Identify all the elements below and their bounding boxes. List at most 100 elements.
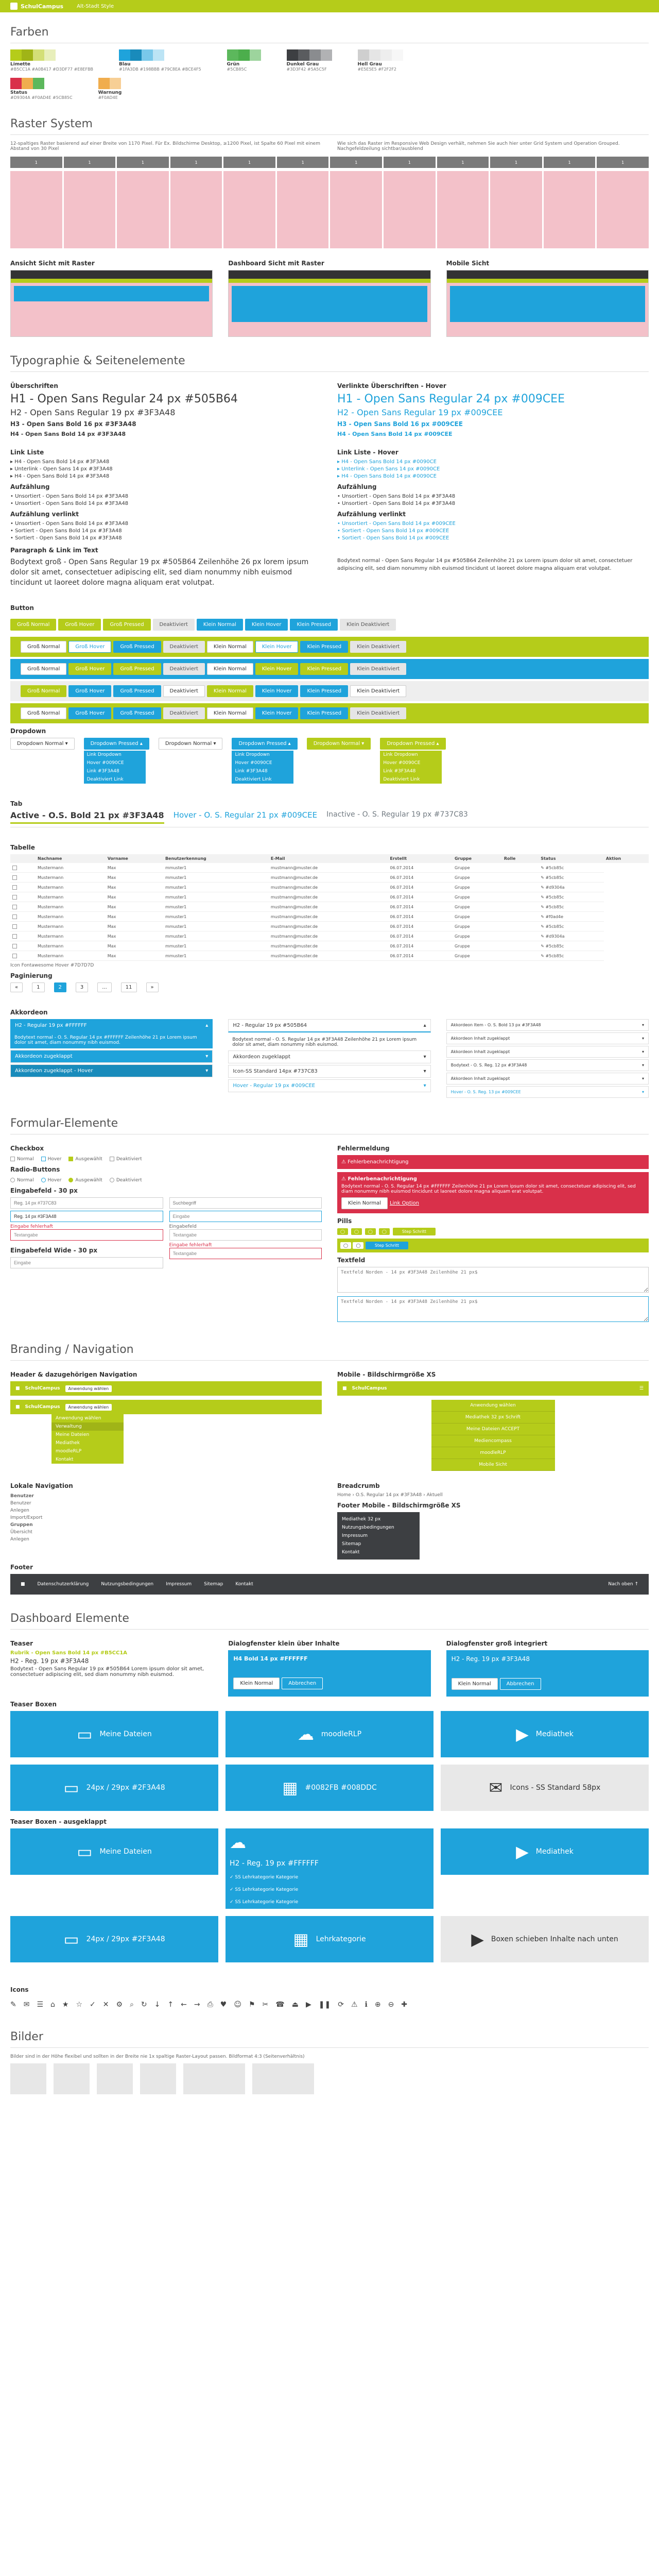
dashboard-tile[interactable]: ▶ Boxen schieben Inhalte nach unten: [441, 1916, 649, 1962]
glyph-icon[interactable]: ☎: [275, 2001, 284, 2009]
table-cell[interactable]: [10, 863, 36, 873]
dropdown-button[interactable]: Dropdown Normal ▾: [306, 738, 371, 750]
pill[interactable]: ◯: [365, 1228, 376, 1235]
footer-link[interactable]: Impressum: [166, 1582, 192, 1587]
list-item[interactable]: • Sortiert - Open Sans Bold 14 px #009CE…: [337, 535, 649, 541]
dropdown-item[interactable]: Link #3F3A48: [380, 767, 442, 775]
dropdown-button[interactable]: Dropdown Pressed ▴: [83, 738, 149, 750]
list-item[interactable]: • Sortiert - Open Sans Bold 14 px #3F3A4…: [10, 528, 322, 534]
button-small[interactable]: Klein Hover: [255, 663, 299, 675]
list-item[interactable]: • Unsortiert - Open Sans Bold 14 px #3F3…: [10, 494, 322, 499]
table-row[interactable]: Mustermann Max mmuster1 mustmann@muster.de 0…: [10, 931, 649, 941]
textarea[interactable]: [337, 1267, 649, 1293]
radio[interactable]: [10, 1177, 15, 1182]
dashboard-tile[interactable]: ▭ Meine Dateien: [10, 1828, 218, 1875]
table-row[interactable]: Mustermann Max mmuster1 mustmann@muster.de 0…: [10, 863, 649, 873]
table-cell[interactable]: [10, 882, 36, 892]
button-small[interactable]: Klein Hover: [255, 685, 299, 697]
footer-link[interactable]: Datenschutzerklärung: [38, 1582, 89, 1587]
button-large[interactable]: Groß Pressed: [103, 619, 151, 631]
table-cell[interactable]: [10, 872, 36, 883]
breadcrumb[interactable]: Home › O.S. Regular 14 px #3F3A48 › Aktu…: [337, 1493, 649, 1498]
menu-icon[interactable]: ☰: [639, 1386, 644, 1391]
footer-mobile-item[interactable]: Kontakt: [340, 1548, 417, 1556]
checkbox[interactable]: [12, 924, 17, 929]
h2-link[interactable]: H2 - Open Sans Regular 19 px #009CEE: [337, 408, 649, 417]
accordion-item[interactable]: Akkordeon Inhalt zugeklappt ▾: [446, 1046, 649, 1058]
checkbox[interactable]: [10, 1156, 15, 1161]
dashboard-tile[interactable]: ▶ Mediathek: [441, 1828, 649, 1875]
glyph-icon[interactable]: ☆: [76, 2001, 82, 2009]
radio-item[interactable]: Normal: [10, 1176, 34, 1183]
table-cell[interactable]: [10, 931, 36, 941]
footer-link[interactable]: Sitemap: [204, 1582, 223, 1587]
table-cell[interactable]: [10, 941, 36, 951]
pill[interactable]: ◯: [340, 1242, 351, 1249]
button-small[interactable]: Klein Deaktiviert: [340, 619, 396, 631]
select-input-error[interactable]: [169, 1248, 322, 1259]
h3-link[interactable]: H3 - Open Sans Bold 16 px #009CEE: [337, 420, 649, 428]
checkbox[interactable]: [12, 914, 17, 919]
checkbox[interactable]: [12, 934, 17, 939]
button-small[interactable]: Klein Pressed: [290, 619, 338, 631]
list-item[interactable]: • Unsortiert - Open Sans Bold 14 px #009…: [337, 521, 649, 527]
nav-menu-item[interactable]: Verwaltung: [51, 1422, 124, 1431]
glyph-icon[interactable]: ✉: [24, 2001, 30, 2009]
error-link[interactable]: Link Option: [390, 1200, 419, 1206]
radio-item[interactable]: Ausgewählt: [68, 1176, 102, 1183]
local-nav-item[interactable]: Anlegen: [10, 1507, 322, 1514]
button-small[interactable]: Klein Deaktiviert: [350, 663, 407, 675]
button-large[interactable]: Deaktiviert: [152, 619, 195, 631]
table-row[interactable]: Mustermann Max mmuster1 mustmann@muster.de 0…: [10, 902, 649, 912]
dropdown-item[interactable]: Link Dropdown: [84, 751, 146, 759]
accordion-closed[interactable]: Akkordeon zugeklappt ▾: [228, 1050, 431, 1063]
table-row[interactable]: Mustermann Max mmuster1 mustmann@muster.de 0…: [10, 951, 649, 961]
page-button[interactable]: «: [10, 982, 23, 992]
list-item[interactable]: ▸ H4 - Open Sans Bold 14 px #3F3A48: [10, 473, 322, 479]
checkbox-item[interactable]: Hover: [41, 1155, 61, 1162]
step-pill[interactable]: Step Schritt: [365, 1242, 408, 1249]
table-header[interactable]: Vorname: [105, 854, 163, 863]
tab-hover[interactable]: Hover - O. S. Regular 21 px #009CEE: [174, 810, 317, 824]
dialog-cancel-button[interactable]: Abbrechen: [499, 1678, 541, 1690]
table-header[interactable]: Status: [539, 854, 604, 863]
accordion-item[interactable]: Akkordeon Item - O. S. Bold 13 px #3F3A4…: [446, 1019, 649, 1031]
button-small[interactable]: Klein Normal: [196, 619, 243, 631]
footer-mobile-item[interactable]: Impressum: [340, 1532, 417, 1540]
button-small[interactable]: Klein Hover: [255, 641, 299, 653]
button-large[interactable]: Groß Hover: [58, 619, 101, 631]
glyph-icon[interactable]: ⚑: [249, 2001, 255, 2009]
nav-menu-item[interactable]: Meine Dateien: [51, 1431, 124, 1439]
nav-menu-item[interactable]: Mediathek: [51, 1439, 124, 1447]
list-item[interactable]: • Unsortiert - Open Sans Bold 14 px #3F3…: [10, 521, 322, 527]
dropdown-item[interactable]: Hover #0090CE: [84, 759, 146, 767]
glyph-icon[interactable]: ✚: [401, 2001, 407, 2009]
search-input-focus[interactable]: [169, 1211, 322, 1222]
button-large[interactable]: Groß Normal: [21, 663, 67, 675]
mobile-menu-item[interactable]: Mobile Sicht: [431, 1459, 555, 1471]
dashboard-tile[interactable]: ✉ Icons - SS Standard 58px: [441, 1765, 649, 1811]
button-small[interactable]: Klein Normal: [206, 685, 253, 697]
button-small[interactable]: Klein Pressed: [300, 641, 349, 653]
dropdown-item[interactable]: Deaktiviert Link: [84, 775, 146, 784]
table-header[interactable]: [10, 854, 36, 863]
expanded-item[interactable]: ✓ SS Lehrkategorie Kategorie: [230, 1900, 298, 1905]
page-button[interactable]: »: [146, 982, 159, 992]
accordion-open[interactable]: H2 - Regular 19 px #505B64 ▴: [228, 1019, 431, 1032]
nav-dropdown[interactable]: Anwendung wählen: [65, 1403, 112, 1411]
button-large[interactable]: Groß Hover: [68, 685, 112, 697]
list-item[interactable]: ▸ H4 - Open Sans Bold 14 px #0090CE: [337, 459, 649, 465]
checkbox[interactable]: [12, 875, 17, 880]
expanded-item[interactable]: ✓ SS Lehrkategorie Kategorie: [230, 1875, 298, 1880]
glyph-icon[interactable]: ⌕: [130, 2001, 134, 2009]
table-header[interactable]: Nachname: [36, 854, 106, 863]
button-large[interactable]: Groß Normal: [21, 685, 67, 697]
select-input[interactable]: [169, 1229, 322, 1241]
checkbox-item[interactable]: Deaktiviert: [109, 1155, 142, 1162]
text-input-error[interactable]: [10, 1229, 163, 1241]
glyph-icon[interactable]: ✎: [10, 2001, 16, 2009]
list-item[interactable]: • Unsortiert - Open Sans Bold 14 px #3F3…: [337, 501, 649, 506]
nav-menu-item[interactable]: moodleRLP: [51, 1447, 124, 1455]
checkbox[interactable]: [12, 904, 17, 909]
button-small[interactable]: Klein Normal: [206, 707, 253, 719]
